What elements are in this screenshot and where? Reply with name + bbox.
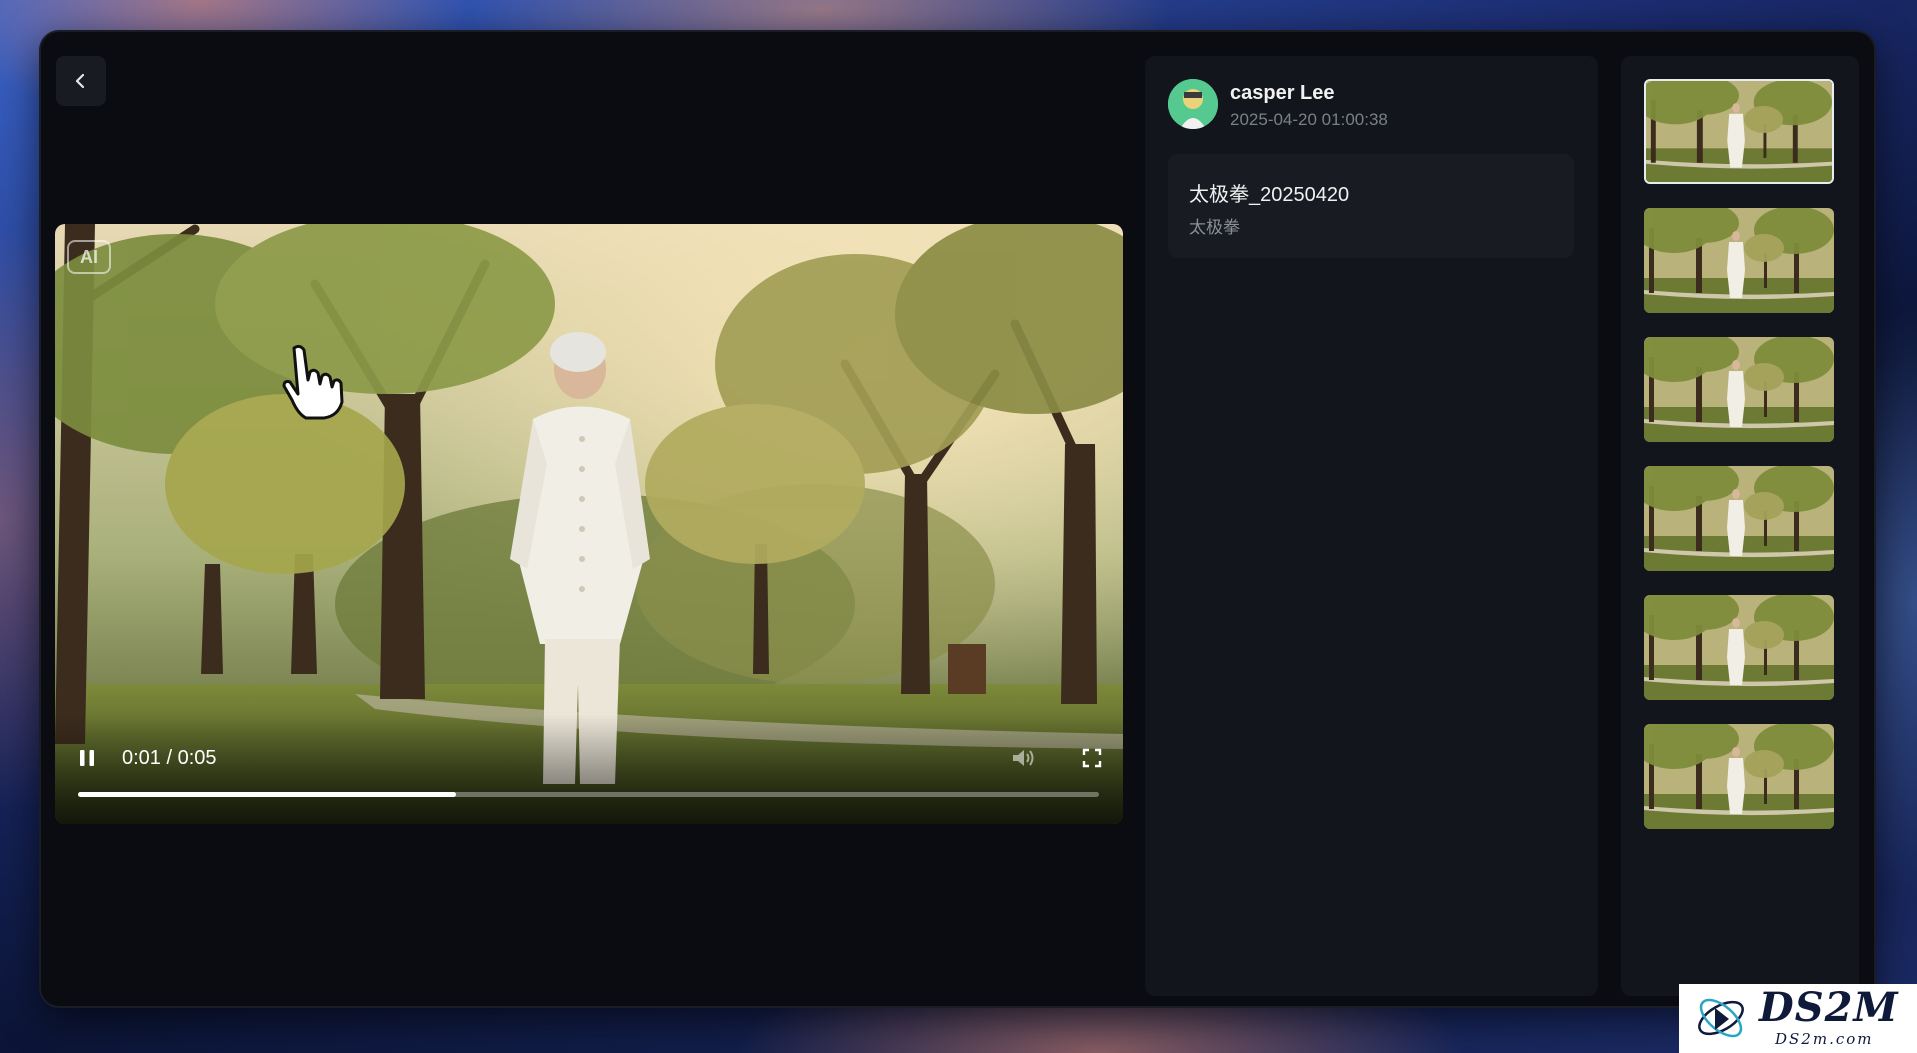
thumbnail-image — [1644, 208, 1834, 313]
time-display: 0:01 / 0:05 — [122, 747, 217, 769]
user-name: casper Lee — [1230, 82, 1335, 104]
thumbnail-2[interactable] — [1644, 208, 1834, 313]
watermark-brand: DS2M — [1759, 984, 1899, 1031]
ai-badge: AI — [67, 240, 111, 274]
watermark: DS2M DS2m.com — [1679, 984, 1917, 1053]
video-subtitle: 太极拳 — [1189, 218, 1240, 237]
progress-bar-fill — [78, 792, 456, 797]
watermark-domain: DS2m.com — [1775, 1030, 1874, 1048]
video-title: 太极拳_20250420 — [1189, 184, 1350, 206]
thumbnail-image — [1644, 595, 1834, 700]
app-window: AI 0:01 / 0:05 casper Lee 2025-04-20 01:… — [41, 32, 1874, 1006]
thumbnail-6[interactable] — [1644, 724, 1834, 829]
thumbnail-image — [1646, 81, 1832, 182]
info-panel: casper Lee 2025-04-20 01:00:38 太极拳_20250… — [1145, 56, 1598, 996]
volume-icon[interactable] — [1010, 746, 1036, 770]
thumbnail-4[interactable] — [1644, 466, 1834, 571]
video-info-card: 太极拳_20250420 太极拳 — [1168, 154, 1574, 258]
thumbnail-3[interactable] — [1644, 337, 1834, 442]
fullscreen-icon[interactable] — [1082, 748, 1102, 768]
avatar-image — [1168, 79, 1218, 129]
avatar[interactable] — [1168, 79, 1218, 129]
thumbnail-5[interactable] — [1644, 595, 1834, 700]
video-player[interactable]: AI 0:01 / 0:05 — [55, 224, 1123, 824]
thumbnail-panel — [1621, 56, 1859, 996]
thumbnail-1[interactable] — [1644, 79, 1834, 184]
back-button[interactable] — [56, 56, 106, 106]
thumbnail-image — [1644, 337, 1834, 442]
thumbnail-image — [1644, 466, 1834, 571]
thumbnail-image — [1644, 724, 1834, 829]
post-timestamp: 2025-04-20 01:00:38 — [1230, 110, 1388, 129]
progress-bar[interactable] — [78, 792, 1099, 797]
ds2m-logo-icon — [1698, 998, 1744, 1038]
chevron-left-icon — [75, 73, 85, 89]
pause-icon[interactable] — [77, 746, 97, 770]
